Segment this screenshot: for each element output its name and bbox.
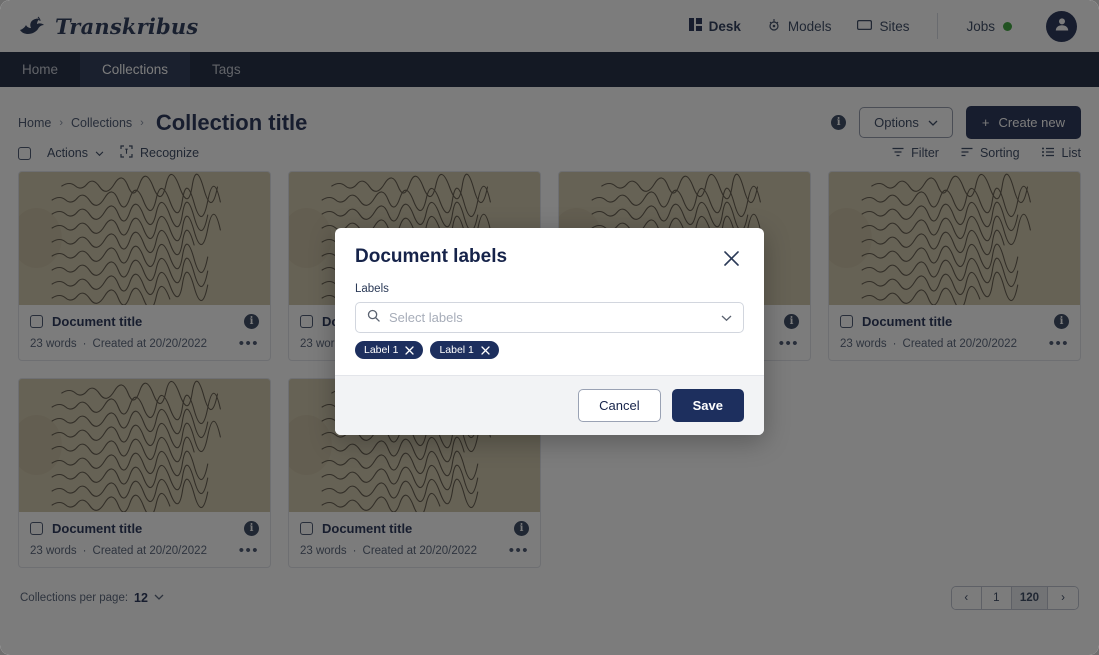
labels-select[interactable]: Select labels	[355, 302, 744, 333]
modal-body: Labels Select labels Label 1 La	[335, 275, 764, 375]
modal-header: Document labels	[335, 228, 764, 275]
label-chip: Label 1	[355, 341, 423, 359]
close-icon[interactable]	[719, 246, 744, 271]
labels-field-label: Labels	[355, 283, 744, 295]
chip-remove-icon[interactable]	[405, 346, 414, 355]
cancel-button[interactable]: Cancel	[578, 389, 660, 422]
app-window: Transkribus Desk Models	[0, 0, 1099, 655]
document-labels-modal: Document labels Labels Select labels Lab…	[335, 228, 764, 435]
modal-footer: Cancel Save	[335, 375, 764, 435]
search-icon	[367, 309, 380, 327]
label-chip-text: Label 1	[439, 344, 473, 356]
save-button[interactable]: Save	[672, 389, 744, 422]
chevron-down-icon[interactable]	[721, 309, 732, 327]
label-chip-text: Label 1	[364, 344, 398, 356]
selected-labels-chips: Label 1 Label 1	[355, 341, 744, 359]
modal-title: Document labels	[355, 246, 507, 268]
labels-select-placeholder: Select labels	[389, 310, 712, 325]
chip-remove-icon[interactable]	[481, 346, 490, 355]
label-chip: Label 1	[430, 341, 498, 359]
